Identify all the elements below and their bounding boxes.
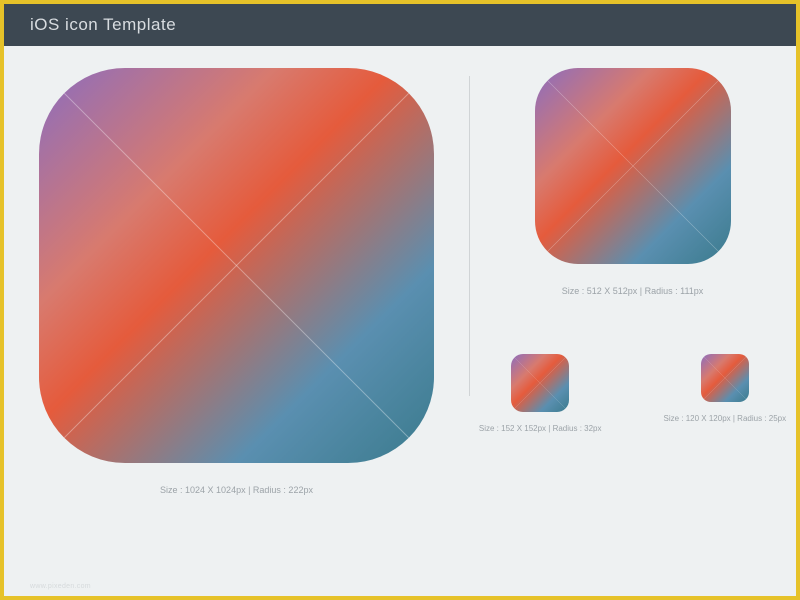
header-bar: iOS icon Template (4, 4, 796, 46)
ios-icon-1024 (39, 68, 434, 463)
icon-120-caption: Size : 120 X 120px | Radius : 25px (664, 414, 787, 423)
medium-icon-group: Size : 512 X 512px | Radius : 111px (535, 68, 731, 296)
left-panel: Size : 1024 X 1024px | Radius : 222px (4, 46, 469, 596)
icon-1024-caption: Size : 1024 X 1024px | Radius : 222px (160, 485, 313, 495)
icon-512-caption: Size : 512 X 512px | Radius : 111px (562, 286, 704, 296)
ios-icon-512 (535, 68, 731, 264)
ios-icon-152 (511, 354, 569, 412)
page-title: iOS icon Template (30, 15, 176, 35)
small-icon-group-152: Size : 152 X 152px | Radius : 32px (479, 354, 602, 433)
small-icon-group-120: Size : 120 X 120px | Radius : 25px (664, 354, 787, 433)
small-icons-row: Size : 152 X 152px | Radius : 32px Size … (479, 354, 786, 433)
footer-credit: www.pixeden.com (30, 583, 91, 590)
vertical-divider (469, 76, 470, 396)
right-panel: Size : 512 X 512px | Radius : 111px Size… (469, 46, 796, 596)
content-area: Size : 1024 X 1024px | Radius : 222px Si… (4, 46, 796, 596)
icon-152-caption: Size : 152 X 152px | Radius : 32px (479, 424, 602, 433)
ios-icon-120 (701, 354, 749, 402)
